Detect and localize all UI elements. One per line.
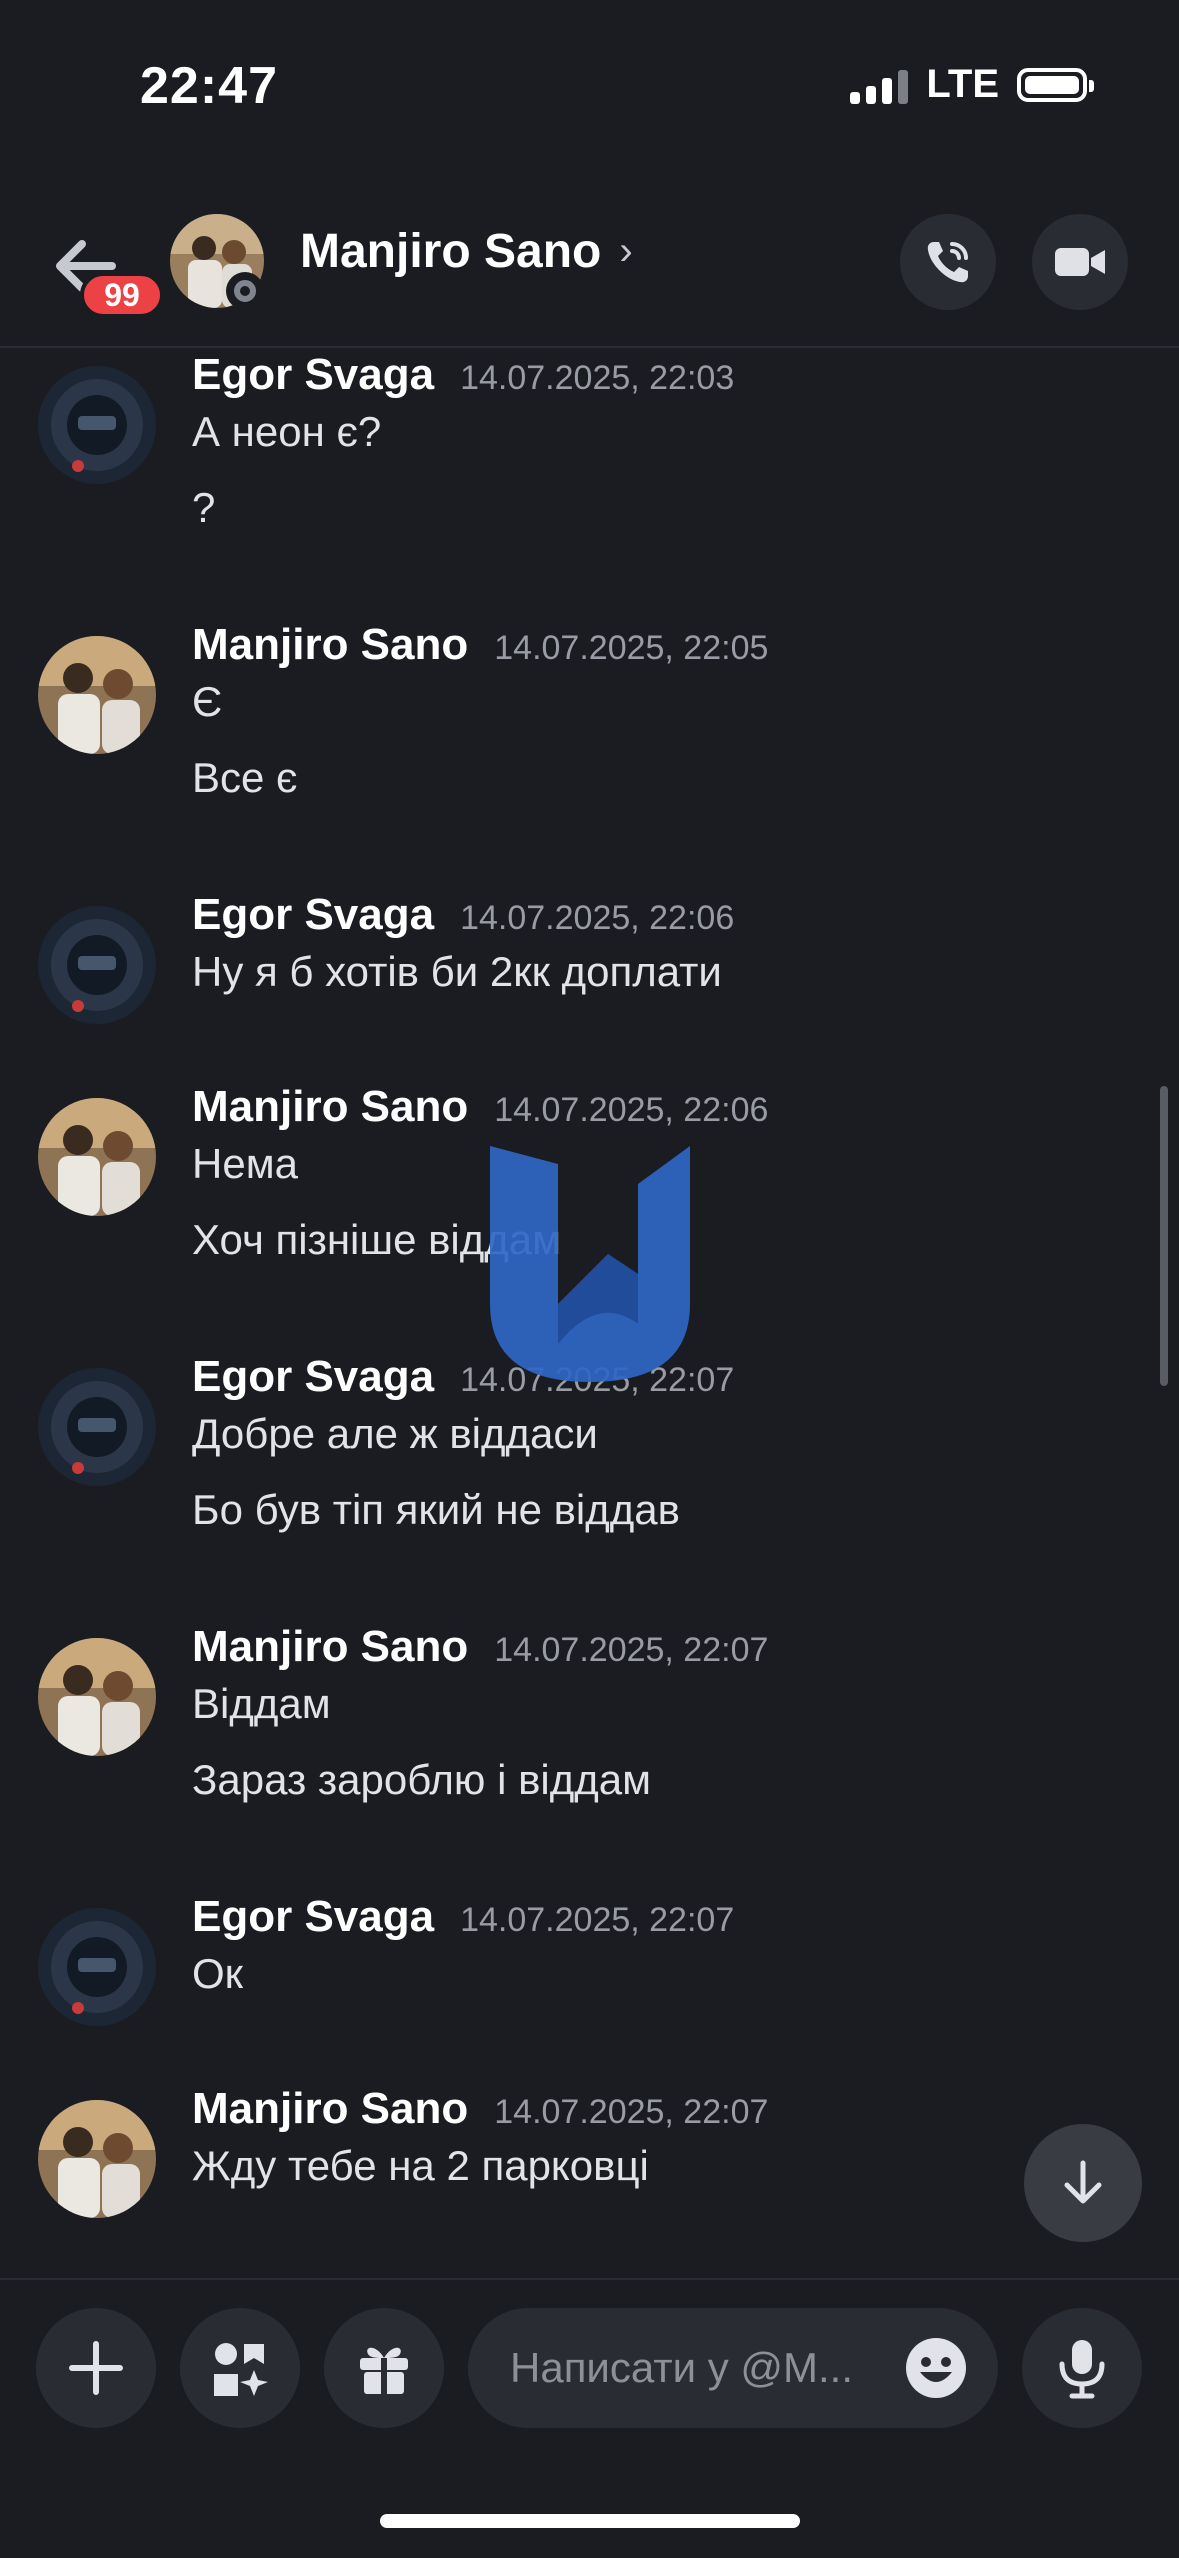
message-author[interactable]: Egor Svaga — [192, 1352, 434, 1402]
message-text[interactable]: Ок — [192, 1950, 243, 1998]
contact-name[interactable]: Manjiro Sano › — [300, 224, 633, 279]
message-author[interactable]: Egor Svaga — [192, 350, 434, 400]
message-author[interactable]: Egor Svaga — [192, 1892, 434, 1942]
avatar[interactable] — [38, 2100, 156, 2218]
message-text[interactable]: Віддам — [192, 1680, 331, 1728]
message-text[interactable]: А неон є? — [192, 408, 381, 456]
message-author[interactable]: Manjiro Sano — [192, 1082, 468, 1132]
avatar[interactable] — [38, 1368, 156, 1486]
avatar[interactable] — [38, 1098, 156, 1216]
message-header: Manjiro Sano 14.07.2025, 22:07 — [192, 2084, 768, 2134]
home-indicator — [380, 2514, 800, 2528]
message-timestamp: 14.07.2025, 22:07 — [494, 2093, 769, 2131]
message-input[interactable] — [508, 2343, 892, 2393]
message-text[interactable]: Бо був тіп який не віддав — [192, 1486, 680, 1534]
message-text[interactable]: Добре але ж віддаси — [192, 1410, 598, 1458]
plus-icon — [69, 2341, 123, 2395]
message-author[interactable]: Egor Svaga — [192, 890, 434, 940]
message-timestamp: 14.07.2025, 22:03 — [460, 359, 735, 397]
avatar[interactable] — [38, 906, 156, 1024]
message-header: Manjiro Sano 14.07.2025, 22:07 — [192, 1622, 768, 1672]
message-author[interactable]: Manjiro Sano — [192, 620, 468, 670]
avatar[interactable] — [38, 1908, 156, 2026]
voice-message-button[interactable] — [1022, 2308, 1142, 2428]
gift-icon — [360, 2347, 408, 2394]
attach-button[interactable] — [36, 2308, 156, 2428]
message-timestamp: 14.07.2025, 22:06 — [460, 899, 735, 937]
avatar[interactable] — [38, 636, 156, 754]
apps-button[interactable] — [180, 2308, 300, 2428]
message-text[interactable]: Все є — [192, 754, 297, 802]
scrollbar[interactable] — [1160, 1086, 1168, 1386]
voice-call-button[interactable] — [900, 214, 996, 310]
message-text[interactable]: ? — [192, 484, 215, 532]
video-call-button[interactable] — [1032, 214, 1128, 310]
status-indicators: LTE — [850, 62, 1094, 107]
presence-indicator — [226, 272, 264, 310]
emoji-icon[interactable] — [904, 2336, 968, 2400]
message-timestamp: 14.07.2025, 22:06 — [494, 1091, 769, 1129]
status-time: 22:47 — [140, 57, 278, 115]
phone-icon — [927, 242, 968, 283]
message-text[interactable]: Є — [192, 678, 222, 726]
message-text[interactable]: Ну я б хотів би 2кк доплати — [192, 948, 722, 996]
message-text[interactable]: Нема — [192, 1140, 298, 1188]
message-header: Egor Svaga 14.07.2025, 22:06 — [192, 890, 734, 940]
arrow-down-icon — [1064, 2160, 1102, 2204]
chevron-right-icon: › — [619, 229, 633, 273]
avatar[interactable] — [38, 366, 156, 484]
message-header: Manjiro Sano 14.07.2025, 22:06 — [192, 1082, 768, 1132]
gift-button[interactable] — [324, 2308, 444, 2428]
microphone-icon — [1059, 2340, 1105, 2399]
message-timestamp: 14.07.2025, 22:07 — [494, 1631, 769, 1669]
chat-header: 99 Manjiro Sano › — [0, 200, 1179, 348]
message-header: Manjiro Sano 14.07.2025, 22:05 — [192, 620, 768, 670]
apps-icon — [214, 2343, 268, 2396]
network-label: LTE — [926, 62, 999, 106]
watermark-logo-icon — [490, 1146, 690, 1382]
message-text[interactable]: Жду тебе на 2 парковці — [192, 2142, 649, 2190]
message-text[interactable]: Зараз зароблю і віддам — [192, 1756, 651, 1804]
unread-badge: 99 — [80, 272, 164, 318]
message-header: Egor Svaga 14.07.2025, 22:03 — [192, 350, 734, 400]
message-timestamp: 14.07.2025, 22:05 — [494, 629, 769, 667]
message-header: Egor Svaga 14.07.2025, 22:07 — [192, 1892, 734, 1942]
message-timestamp: 14.07.2025, 22:07 — [460, 1901, 735, 1939]
battery-icon — [1017, 67, 1094, 102]
scroll-to-bottom-button[interactable] — [1024, 2124, 1142, 2242]
message-input-container[interactable] — [468, 2308, 998, 2428]
avatar[interactable] — [38, 1638, 156, 1756]
message-author[interactable]: Manjiro Sano — [192, 2084, 468, 2134]
signal-icon — [850, 66, 909, 104]
video-camera-icon — [1055, 248, 1105, 276]
message-author[interactable]: Manjiro Sano — [192, 1622, 468, 1672]
